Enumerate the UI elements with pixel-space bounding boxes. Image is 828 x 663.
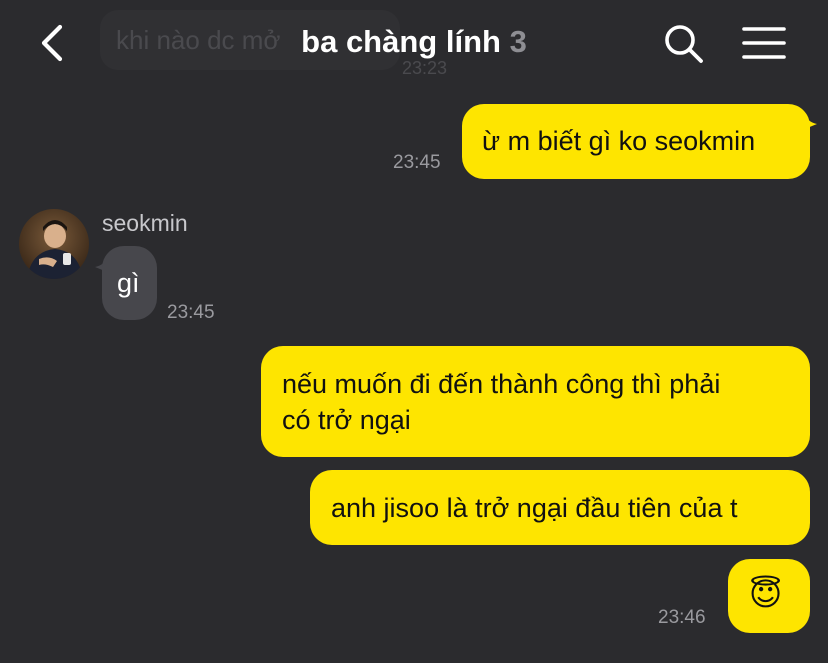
bubble-tail — [803, 112, 817, 130]
my-message-bubble[interactable]: nếu muốn đi đến thành công thì phải có t… — [261, 346, 810, 457]
chat-header: khi nào dc mở 23:23 ba chàng lính 3 — [0, 0, 828, 90]
search-button[interactable] — [662, 22, 706, 66]
my-message-bubble[interactable]: ừ m biết gì ko seokmin — [462, 104, 810, 179]
faded-message-text: khi nào dc mở — [116, 25, 281, 55]
hamburger-menu-icon — [742, 27, 786, 59]
back-button[interactable] — [30, 20, 76, 66]
message-text: gì — [117, 268, 140, 298]
message-time: 23:45 — [167, 302, 215, 323]
message-time: 23:45 — [393, 152, 441, 173]
member-count: 3 — [509, 24, 527, 59]
my-message-bubble[interactable]: anh jisoo là trở ngại đầu tiên của t — [310, 470, 810, 545]
avatar-image — [19, 209, 89, 279]
message-text: ừ m biết gì ko seokmin — [482, 126, 756, 156]
message-text: anh jisoo là trở ngại đầu tiên của t — [331, 493, 738, 523]
chevron-left-icon — [41, 24, 63, 62]
smiling-face-with-halo-emoji: 😇 — [749, 576, 783, 612]
message-time: 23:46 — [658, 607, 706, 628]
avatar[interactable] — [19, 209, 89, 279]
message-text-line: có trở ngại — [282, 405, 411, 435]
faded-message-time: 23:23 — [402, 58, 448, 78]
their-message-bubble[interactable]: gì — [102, 246, 157, 320]
search-icon — [665, 25, 703, 63]
menu-button[interactable] — [740, 24, 788, 64]
sender-name: seokmin — [102, 210, 188, 236]
message-text-line: nếu muốn đi đến thành công thì phải — [282, 369, 721, 399]
my-message-bubble[interactable]: 😇 — [728, 559, 810, 633]
faded-message-preview: khi nào dc mở — [100, 10, 400, 70]
